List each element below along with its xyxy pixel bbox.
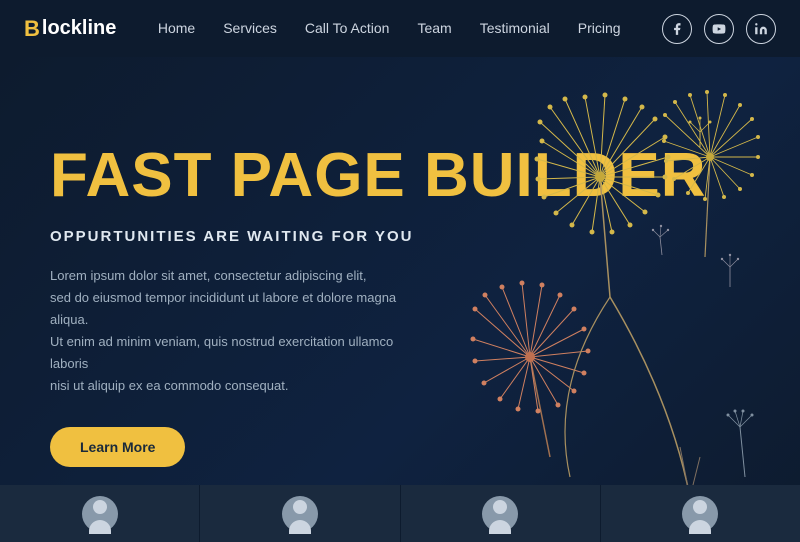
hero-body: Lorem ipsum dolor sit amet, consectetur … (50, 265, 430, 398)
nav-item-home[interactable]: Home (158, 20, 195, 38)
logo-rest: lockline (42, 17, 116, 40)
nav-item-team[interactable]: Team (417, 20, 451, 38)
avatar-4 (682, 496, 718, 532)
nav-item-testimonial[interactable]: Testimonial (480, 20, 550, 38)
bottom-card-3 (401, 485, 601, 542)
nav-links: Home Services Call To Action Team Testim… (158, 20, 621, 38)
hero-illustration (390, 77, 770, 497)
hero-section: FAST PAGE BUILDER OPPURTUNITIES ARE WAIT… (0, 57, 800, 542)
social-icons (662, 14, 776, 44)
facebook-icon[interactable] (662, 14, 692, 44)
bottom-card-2 (200, 485, 400, 542)
nav-item-cta[interactable]: Call To Action (305, 20, 390, 38)
navbar: B lockline Home Services Call To Action … (0, 0, 800, 57)
logo-b: B (24, 16, 40, 42)
hero-title: FAST PAGE BUILDER (50, 142, 750, 210)
youtube-icon[interactable] (704, 14, 734, 44)
learn-more-button[interactable]: Learn More (50, 427, 185, 467)
avatar-3 (482, 496, 518, 532)
logo[interactable]: B lockline (24, 16, 116, 42)
avatar-2 (282, 496, 318, 532)
avatar-1 (82, 496, 118, 532)
hero-subtitle: OPPURTUNITIES ARE WAITING FOR YOU (50, 228, 750, 245)
nav-item-services[interactable]: Services (223, 20, 277, 38)
linkedin-icon[interactable] (746, 14, 776, 44)
bottom-card-4 (601, 485, 800, 542)
bottom-card-1 (0, 485, 200, 542)
bottom-cards (0, 485, 800, 542)
nav-item-pricing[interactable]: Pricing (578, 20, 621, 38)
